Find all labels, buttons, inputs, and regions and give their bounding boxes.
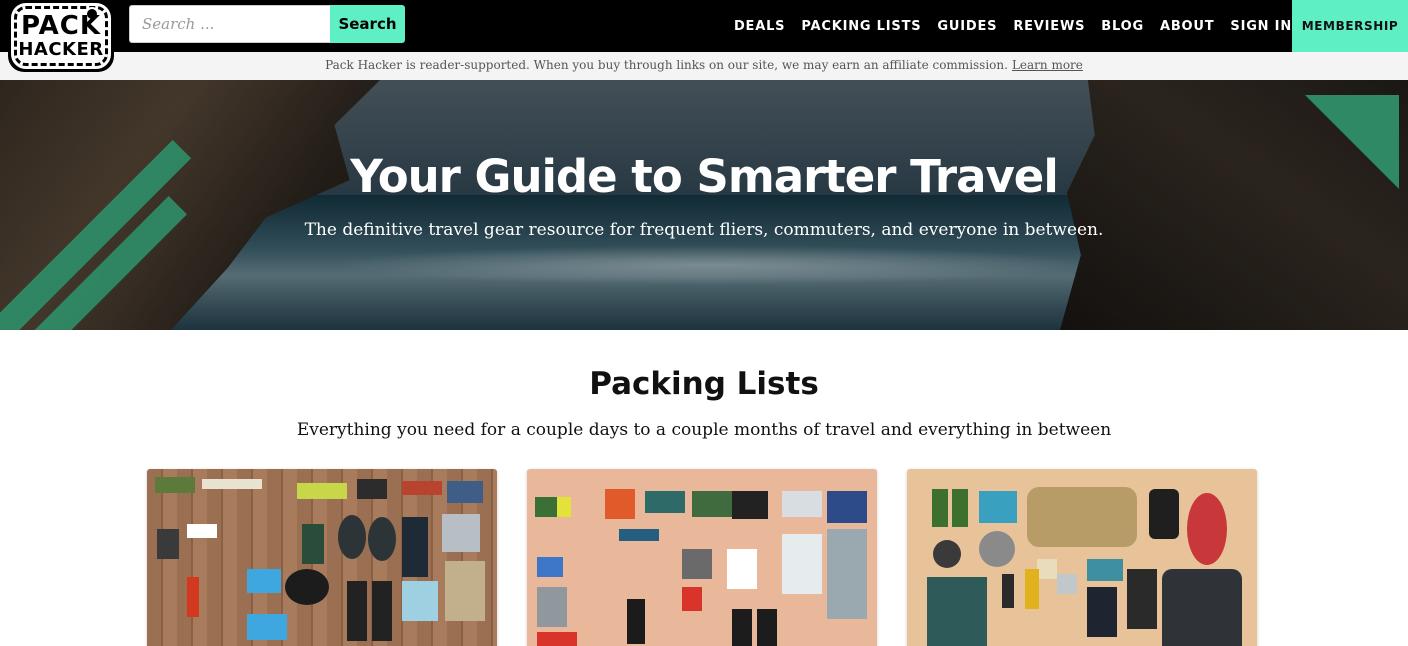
pack-hacker-logo[interactable]: PACK HACKER — [8, 0, 114, 72]
affiliate-disclosure: Pack Hacker is reader-supported. When yo… — [0, 52, 1408, 80]
logo-text-line2: HACKER — [18, 39, 104, 60]
section-title: Packing Lists — [589, 366, 819, 402]
disclosure-text: Pack Hacker is reader-supported. When yo… — [325, 58, 1008, 72]
section-subtitle: Everything you need for a couple days to… — [296, 420, 1112, 440]
logo-badge: PACK HACKER — [11, 3, 111, 69]
hero-title: Your Guide to Smarter Travel — [350, 150, 1059, 203]
search-form: Search — [129, 5, 405, 43]
nav-sign-in[interactable]: SIGN IN — [1230, 19, 1292, 34]
packing-list-photo — [155, 477, 485, 641]
membership-button[interactable]: MEMBERSHIP — [1292, 0, 1408, 52]
hero-banner: Your Guide to Smarter Travel The definit… — [0, 80, 1408, 330]
nav-guides[interactable]: GUIDES — [937, 19, 997, 34]
nav-packing-lists[interactable]: PACKING LISTS — [801, 19, 921, 34]
logo-text-line1: PACK — [20, 11, 102, 41]
main-nav: DEALS PACKING LISTS GUIDES REVIEWS BLOG … — [718, 0, 1292, 52]
hero-subtitle: The definitive travel gear resource for … — [304, 220, 1104, 240]
nav-about[interactable]: ABOUT — [1160, 19, 1214, 34]
packing-list-photo — [927, 487, 1242, 646]
hero-overlay — [0, 80, 1408, 330]
packing-list-card[interactable] — [907, 469, 1257, 646]
top-nav-bar: PACK HACKER Search DEALS PACKING LISTS G… — [0, 0, 1408, 72]
packing-list-card[interactable] — [147, 469, 497, 646]
packing-list-photo — [535, 489, 867, 646]
packing-list-card[interactable] — [527, 469, 877, 646]
search-input[interactable] — [129, 5, 330, 43]
nav-blog[interactable]: BLOG — [1101, 19, 1144, 34]
nav-deals[interactable]: DEALS — [734, 19, 785, 34]
nav-reviews[interactable]: REVIEWS — [1013, 19, 1085, 34]
learn-more-link[interactable]: Learn more — [1012, 58, 1083, 72]
search-button[interactable]: Search — [330, 5, 405, 43]
